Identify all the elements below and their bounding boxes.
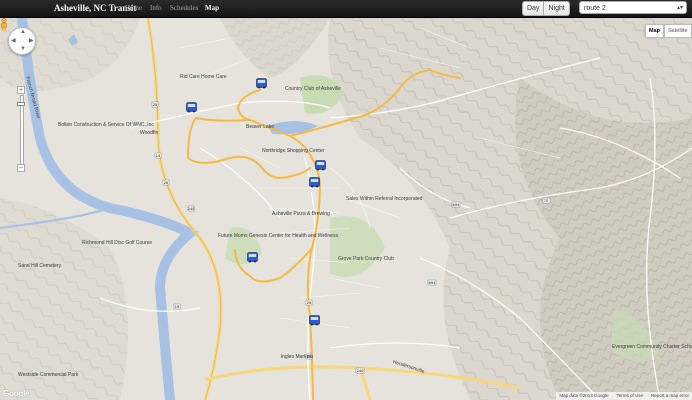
label-asheville-pizza: Asheville Pizza & Brewing	[272, 211, 330, 217]
pan-up-icon[interactable]: ▲	[20, 29, 26, 35]
nav-schedules[interactable]: Schedules	[170, 0, 198, 17]
day-button[interactable]: Day	[522, 1, 545, 16]
nav-map[interactable]: Map	[205, 0, 219, 17]
bus-marker[interactable]	[247, 250, 258, 263]
svg-text:240: 240	[357, 368, 364, 373]
map-type-satellite-button[interactable]: Satellite	[664, 24, 692, 38]
svg-text:240: 240	[188, 206, 195, 211]
terms-link[interactable]: Terms of Use	[616, 392, 643, 400]
svg-text:694: 694	[429, 280, 436, 285]
map-type-map-button[interactable]: Map	[645, 24, 664, 38]
report-error-link[interactable]: Report a map error	[651, 392, 689, 400]
bus-icon	[256, 78, 267, 89]
pan-control[interactable]: ▲ ▼ ◀ ▶	[8, 27, 36, 55]
svg-text:694: 694	[453, 202, 460, 207]
label-northridge: Northridge Shopping Center	[262, 148, 325, 154]
bus-marker[interactable]	[256, 76, 267, 89]
zoom-control: + −	[17, 86, 25, 186]
bus-marker[interactable]	[309, 175, 320, 188]
svg-text:19: 19	[156, 153, 161, 158]
svg-text:25: 25	[307, 300, 312, 305]
route-select[interactable]: route 2 ▴▾	[579, 1, 687, 14]
label-country-club: Country Club of Asheville	[285, 86, 341, 92]
day-night-toggle: Day Night	[522, 1, 570, 16]
attribution-text: Map data ©2013 Google	[559, 393, 609, 398]
map-type-control: Map Satellite	[645, 24, 692, 38]
label-ingles: Ingles Markets	[280, 354, 314, 360]
label-westside: Westside Commercial Park	[18, 372, 79, 378]
nav-home[interactable]: Home	[125, 0, 142, 17]
route-select-value: route 2	[584, 5, 606, 12]
bus-marker[interactable]	[186, 100, 197, 113]
bus-icon	[247, 252, 258, 263]
bus-icon	[186, 102, 197, 113]
label-richmond-hill: Richmond Hill Disc Golf Course	[82, 240, 153, 246]
svg-text:70: 70	[544, 198, 549, 203]
label-grove-park: Grove Park Country Club	[338, 256, 394, 262]
zoom-in-button[interactable]: +	[17, 86, 25, 94]
nav-info[interactable]: Info	[150, 0, 162, 17]
select-arrows-icon: ▴▾	[676, 5, 683, 11]
svg-text:26: 26	[164, 180, 169, 185]
map-terrain: 25 19 240 26 19 240 70 694 694 25 25	[0, 18, 692, 400]
bus-marker[interactable]	[315, 158, 326, 171]
label-ridgecare: Rid Care Home Care	[180, 74, 227, 80]
map-attribution: Map data ©2013 Google Terms of Use Repor…	[556, 392, 692, 400]
svg-text:25: 25	[153, 102, 158, 107]
street-view-pegman-icon[interactable]	[0, 18, 8, 31]
pan-down-icon[interactable]: ▼	[20, 46, 26, 52]
top-navbar: Asheville, NC Transit Home Info Schedule…	[0, 0, 692, 18]
label-woodfin: Woodfin	[140, 130, 159, 136]
pan-left-icon[interactable]: ◀	[11, 37, 16, 44]
bus-icon	[315, 160, 326, 171]
label-beaver-lake: Beaver Lake	[246, 124, 275, 130]
google-logo[interactable]: Google	[3, 389, 30, 398]
pan-right-icon[interactable]: ▶	[29, 37, 34, 44]
zoom-slider-handle[interactable]	[17, 102, 25, 106]
label-sales-incorporated: Sales Within Referral Incorporated	[346, 196, 423, 202]
bus-icon	[309, 177, 320, 188]
label-future-moms: Future Moms Genesis Center for Health an…	[218, 233, 338, 239]
bus-icon	[309, 315, 320, 326]
label-evergreen: Evergreen Community Charter School	[612, 344, 692, 350]
bus-marker[interactable]	[309, 313, 320, 326]
map-canvas[interactable]: 25 19 240 26 19 240 70 694 694 25 25 Fre…	[0, 18, 692, 400]
zoom-out-button[interactable]: −	[17, 164, 25, 172]
label-sand-hill: Sand Hill Cemetery	[18, 263, 62, 269]
svg-text:19: 19	[175, 304, 180, 309]
night-button[interactable]: Night	[544, 1, 570, 16]
label-bolton: Bolton Construction & Service Of WNC, In…	[58, 122, 154, 128]
